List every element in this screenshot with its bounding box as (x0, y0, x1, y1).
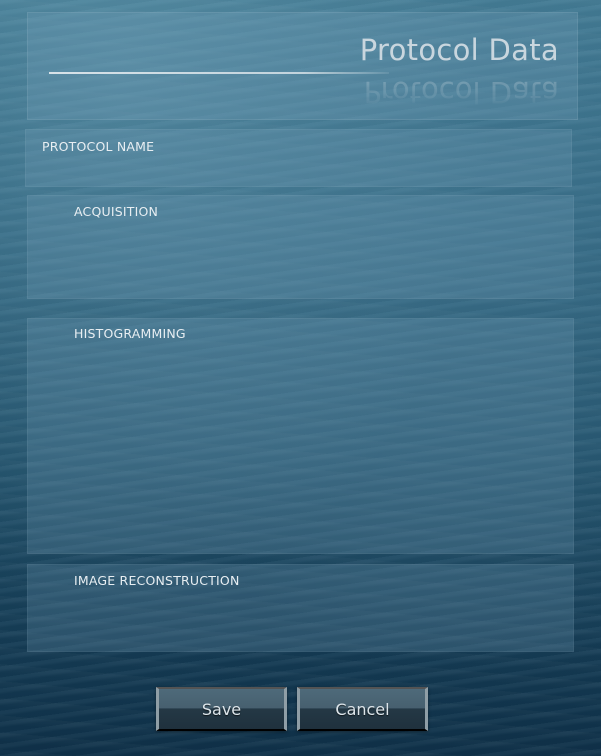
image-reconstruction-label: IMAGE RECONSTRUCTION (74, 573, 240, 588)
image-reconstruction-panel: IMAGE RECONSTRUCTION (27, 564, 574, 652)
page-title: Protocol Data (359, 33, 559, 67)
page-title-reflection: Protocol Data (363, 75, 559, 109)
acquisition-label: ACQUISITION (74, 204, 159, 219)
header-panel: Protocol Data Protocol Data (27, 12, 578, 120)
cancel-button[interactable]: Cancel (297, 687, 428, 731)
acquisition-panel: ACQUISITION (27, 195, 574, 299)
header-divider (49, 72, 389, 74)
histogramming-panel: HISTOGRAMMING (27, 318, 574, 554)
protocol-name-label: PROTOCOL NAME (42, 139, 155, 154)
protocol-name-panel: PROTOCOL NAME (25, 129, 572, 187)
save-button[interactable]: Save (156, 687, 287, 731)
histogramming-label: HISTOGRAMMING (74, 326, 186, 341)
